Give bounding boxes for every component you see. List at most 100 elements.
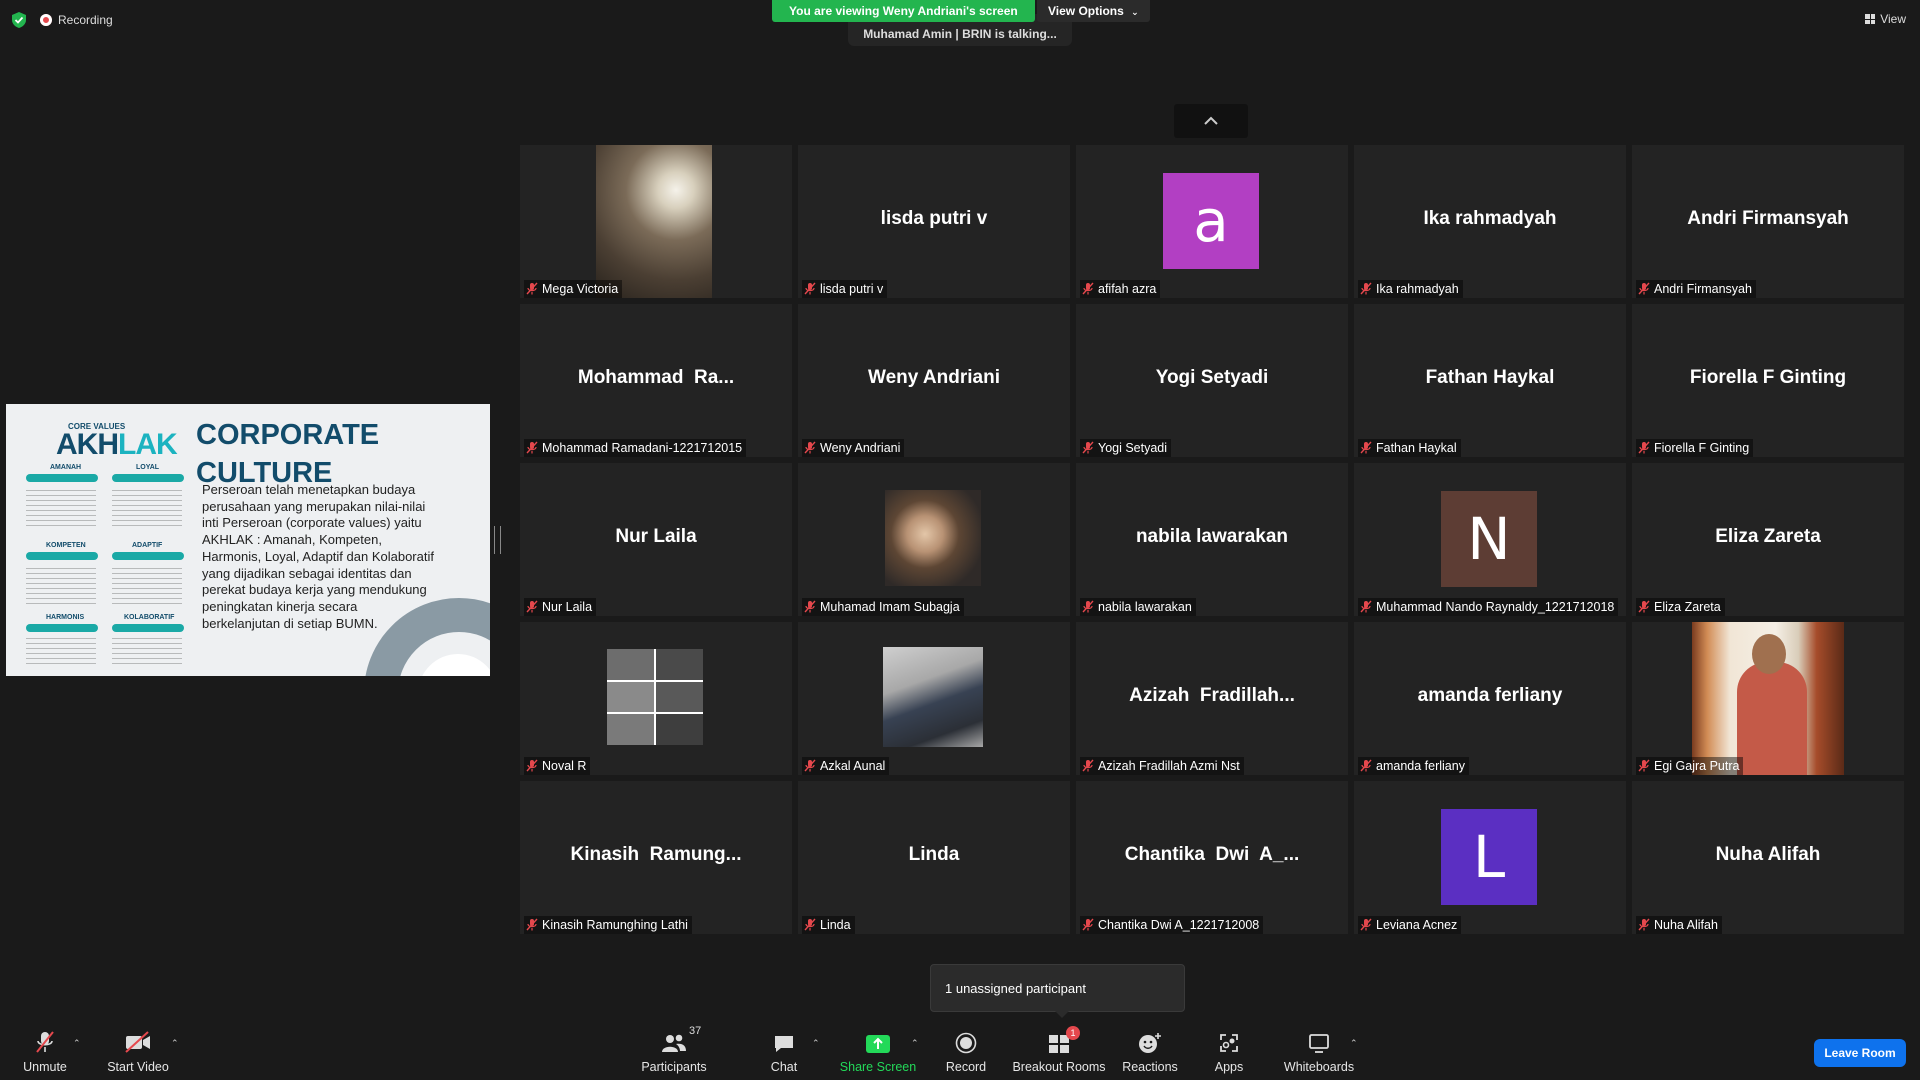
participant-tile[interactable]: Nuha Alifah Nuha Alifah xyxy=(1632,781,1904,934)
mic-muted-icon xyxy=(1360,759,1372,772)
resize-handle[interactable] xyxy=(494,526,501,554)
participant-tile[interactable]: Mega Victoria xyxy=(520,145,792,298)
start-video-label: Start Video xyxy=(107,1060,169,1074)
mic-muted-icon xyxy=(526,759,538,772)
mic-muted-icon xyxy=(526,441,538,454)
unassigned-participant-tooltip: 1 unassigned participant xyxy=(930,964,1185,1018)
participant-name-label: Fiorella F Ginting xyxy=(1636,439,1754,457)
mic-muted-icon xyxy=(1360,600,1372,613)
mic-muted-icon xyxy=(1638,759,1650,772)
whiteboards-button[interactable]: Whiteboards xyxy=(1284,1030,1354,1074)
mic-muted-icon xyxy=(526,918,538,931)
participant-tile[interactable]: lisda putri v lisda putri v xyxy=(798,145,1070,298)
view-options-button[interactable]: View Options ⌄ xyxy=(1037,0,1150,22)
participant-name: Noval R xyxy=(542,758,587,773)
participant-tile[interactable]: Andri Firmansyah Andri Firmansyah xyxy=(1632,145,1904,298)
participant-name: Kinasih Ramunghing Lathi xyxy=(542,917,688,932)
participant-tile[interactable]: Kinasih Ramung... Kinasih Ramunghing Lath… xyxy=(520,781,792,934)
participant-name-label: Egi Gajra Putra xyxy=(1636,757,1744,775)
chat-button[interactable]: Chat xyxy=(767,1030,801,1074)
participant-name: Linda xyxy=(820,917,851,932)
participant-video xyxy=(596,145,712,298)
whiteboards-label: Whiteboards xyxy=(1283,1060,1355,1074)
top-status: Recording xyxy=(12,12,113,28)
chat-label: Chat xyxy=(770,1060,798,1074)
share-screen-button[interactable]: Share Screen xyxy=(840,1030,916,1074)
recording-indicator[interactable]: Recording xyxy=(40,13,113,27)
mic-muted-icon xyxy=(1638,441,1650,454)
participant-tile[interactable]: Azkal Aunal xyxy=(798,622,1070,775)
participant-tile[interactable]: Egi Gajra Putra xyxy=(1632,622,1904,775)
participant-tile[interactable]: Nur Laila Nur Laila xyxy=(520,463,792,616)
participant-name-label: Eliza Zareta xyxy=(1636,598,1725,616)
breakout-rooms-label: Breakout Rooms xyxy=(1012,1060,1106,1074)
breakout-rooms-icon: 1 xyxy=(1048,1026,1080,1054)
participant-name-label: Ika rahmadyah xyxy=(1358,280,1463,298)
apps-button[interactable]: Apps xyxy=(1214,1030,1244,1074)
reactions-icon xyxy=(1138,1030,1162,1054)
participant-tile[interactable]: N Muhammad Nando Raynaldy_1221712018 xyxy=(1354,463,1626,616)
share-screen-icon xyxy=(865,1030,891,1054)
participant-tile[interactable]: Linda Linda xyxy=(798,781,1070,934)
mic-muted-icon xyxy=(34,1030,56,1054)
participant-tile[interactable]: Yogi Setyadi Yogi Setyadi xyxy=(1076,304,1348,457)
participant-tile[interactable]: Muhamad Imam Subagja xyxy=(798,463,1070,616)
value-text xyxy=(112,568,182,604)
view-button[interactable]: View xyxy=(1865,12,1906,26)
participant-display-name: Nur Laila xyxy=(615,526,697,547)
participant-tile[interactable]: Eliza Zareta Eliza Zareta xyxy=(1632,463,1904,616)
participant-tile[interactable]: nabila lawarakan nabila lawarakan xyxy=(1076,463,1348,616)
participant-video xyxy=(883,647,983,747)
leave-room-button[interactable]: Leave Room xyxy=(1814,1039,1906,1067)
reactions-button[interactable]: Reactions xyxy=(1122,1030,1178,1074)
participant-tile[interactable]: Chantika Dwi A_... Chantika Dwi A_1221712… xyxy=(1076,781,1348,934)
participant-tile[interactable]: a afifah azra xyxy=(1076,145,1348,298)
breakout-rooms-button[interactable]: 1 Breakout Rooms xyxy=(1012,1026,1106,1074)
chevron-up-icon[interactable]: ⌃ xyxy=(171,1038,179,1049)
participant-name-label: Azizah Fradillah Azmi Nst xyxy=(1080,757,1244,775)
participant-video xyxy=(1692,622,1844,775)
view-label: View xyxy=(1880,12,1906,26)
meeting-toolbar: Unmute ⌃ Start Video ⌃ 37 Participants C… xyxy=(0,1016,1920,1080)
participant-tile[interactable]: L Leviana Acnez xyxy=(1354,781,1626,934)
start-video-button[interactable]: Start Video xyxy=(107,1030,169,1074)
whiteboard-icon xyxy=(1307,1030,1331,1054)
participant-tile[interactable]: Noval R xyxy=(520,622,792,775)
participant-tile[interactable]: Azizah Fradillah... Azizah Fradillah Azmi… xyxy=(1076,622,1348,775)
mic-muted-icon xyxy=(804,282,816,295)
participant-tile[interactable]: amanda ferliany amanda ferliany xyxy=(1354,622,1626,775)
chevron-up-icon[interactable]: ⌃ xyxy=(812,1038,820,1049)
participant-display-name: nabila lawarakan xyxy=(1135,526,1289,547)
video-off-icon xyxy=(124,1030,152,1054)
chevron-up-icon[interactable]: ⌃ xyxy=(1350,1038,1358,1049)
mic-muted-icon xyxy=(526,282,538,295)
share-screen-label: Share Screen xyxy=(839,1060,917,1074)
participant-tile[interactable]: Weny Andriani Weny Andriani xyxy=(798,304,1070,457)
slide-title-line: CORPORATE xyxy=(196,419,380,451)
shared-screen[interactable]: CORE VALUES AKHLAK AMANAH LOYAL KOMPETEN… xyxy=(6,404,490,676)
participant-display-name: Weny Andriani xyxy=(868,367,1000,388)
mic-muted-icon xyxy=(1082,600,1094,613)
participant-display-name: Nuha Alifah xyxy=(1715,844,1821,865)
shield-icon[interactable] xyxy=(12,12,26,28)
chevron-up-icon[interactable]: ⌃ xyxy=(911,1038,919,1049)
slide-title: CORPORATE CULTURE xyxy=(196,416,379,492)
participant-name: nabila lawarakan xyxy=(1098,599,1192,614)
participant-name-label: Leviana Acnez xyxy=(1358,916,1462,934)
participant-tile[interactable]: Mohammad Ra... Mohammad Ramadani-12217120… xyxy=(520,304,792,457)
participant-tile[interactable]: Ika rahmadyah Ika rahmadyah xyxy=(1354,145,1626,298)
unmute-button[interactable]: Unmute xyxy=(22,1030,68,1074)
record-icon xyxy=(955,1030,977,1054)
slide-body-text: Perseroan telah menetapkan budaya perusa… xyxy=(202,482,434,631)
chevron-up-icon[interactable]: ⌃ xyxy=(73,1038,81,1049)
collapse-gallery-button[interactable] xyxy=(1174,104,1248,138)
participant-name-label: Andri Firmansyah xyxy=(1636,280,1756,298)
participants-button[interactable]: 37 Participants xyxy=(641,1025,706,1074)
value-heading: ADAPTIF xyxy=(132,542,163,549)
mic-muted-icon xyxy=(1082,918,1094,931)
record-button[interactable]: Record xyxy=(945,1030,987,1074)
participant-tile[interactable]: Fathan Haykal Fathan Haykal xyxy=(1354,304,1626,457)
participant-photo xyxy=(607,649,703,745)
participant-name-label: Muhamad Imam Subagja xyxy=(802,598,964,616)
participant-tile[interactable]: Fiorella F Ginting Fiorella F Ginting xyxy=(1632,304,1904,457)
